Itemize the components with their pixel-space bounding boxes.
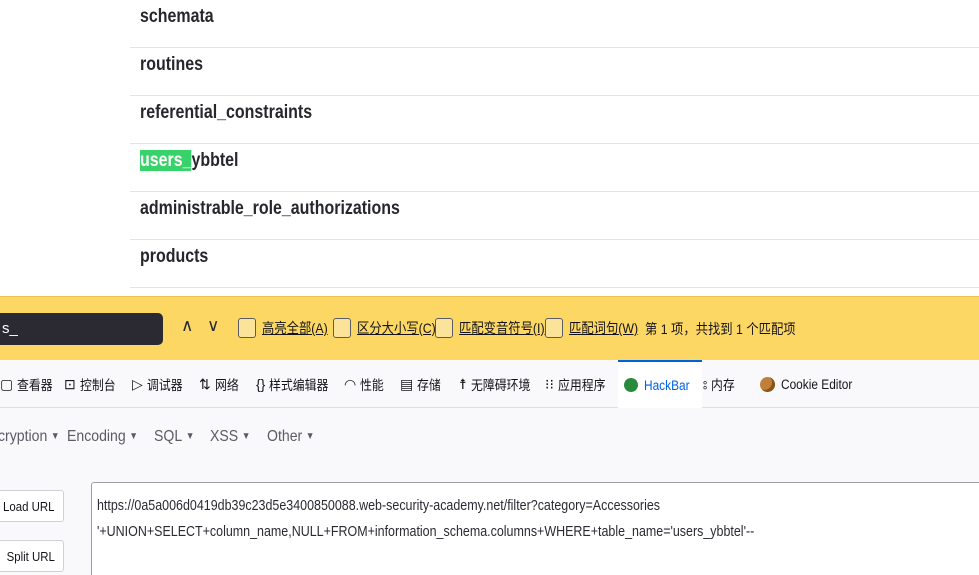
caret-down-icon: ▼	[129, 431, 138, 443]
caret-down-icon: ▼	[305, 431, 315, 443]
tab-storage[interactable]: ▤ 存储	[400, 360, 444, 408]
caret-down-icon: ▼	[185, 431, 195, 443]
devtools-tab-bar: ▢ 查看器 ⊡ 控制台 ▷ 调试器 ⇅ 网络 {} 样式编辑器 ◠ 性能 ▤ 存…	[0, 360, 979, 408]
hackbar-icon	[624, 378, 638, 392]
application-icon: ⁝⁝	[545, 375, 554, 392]
highlight-all-checkbox[interactable]: 高亮全部(A)	[238, 314, 337, 342]
table-row: schemata	[130, 0, 979, 48]
results-table: schemata routines referential_constraint…	[0, 0, 979, 296]
xss-menu[interactable]: XSS ▼	[210, 428, 250, 446]
find-input[interactable]: s_	[0, 313, 163, 345]
tab-inspector[interactable]: ▢ 查看器	[0, 360, 58, 408]
table-cell: referential_constraints	[140, 102, 313, 123]
tab-debugger[interactable]: ▷ 调试器	[132, 360, 187, 408]
split-url-button[interactable]: Split URL	[0, 540, 64, 572]
table-row: users_ybbtel	[130, 144, 979, 192]
table-cell: routines	[140, 54, 203, 75]
find-match-highlight: users_	[140, 150, 192, 171]
hackbar-toolbar: cryption ▼ Encoding ▼ SQL ▼ XSS ▼ Other ▼	[0, 408, 979, 468]
tab-cookie-editor[interactable]: Cookie Editor	[760, 360, 862, 408]
memory-icon: ⦂	[703, 375, 708, 392]
checkbox-icon[interactable]	[333, 318, 351, 338]
inspector-icon: ▢	[0, 375, 14, 392]
find-bar: s_ ∧ ∨ 高亮全部(A) 区分大小写(C) 匹配变音符号(I) 匹配词句(W…	[0, 296, 979, 360]
sql-menu[interactable]: SQL ▼	[154, 428, 194, 446]
accessibility-icon: ☨	[459, 375, 467, 392]
storage-icon: ▤	[400, 375, 414, 392]
tab-memory[interactable]: ⦂ 内存	[703, 360, 738, 408]
console-icon: ⊡	[64, 375, 76, 392]
hackbar-panel: Load URL Split URL https://0a5a006d0419d…	[0, 468, 979, 575]
tab-accessibility[interactable]: ☨ 无障碍环境	[459, 360, 538, 408]
caret-down-icon: ▼	[50, 431, 60, 443]
table-cell-rest: ybbtel	[191, 150, 239, 171]
cookie-icon	[760, 376, 775, 392]
match-diacritics-checkbox[interactable]: 匹配变音符号(I)	[435, 314, 556, 342]
url-line: '+UNION+SELECT+column_name,NULL+FROM+inf…	[97, 524, 755, 540]
table-cell: users_ybbtel	[140, 150, 238, 172]
tab-application[interactable]: ⁝⁝ 应用程序	[545, 360, 612, 408]
table-row: administrable_role_authorizations	[130, 192, 979, 240]
chevron-down-icon[interactable]: ∨	[207, 316, 219, 336]
chevron-up-icon[interactable]: ∧	[181, 316, 193, 336]
whole-words-checkbox[interactable]: 匹配词句(W)	[545, 314, 648, 342]
url-textarea[interactable]: https://0a5a006d0419db39c23d5e3400850088…	[91, 482, 979, 575]
table-row: products	[130, 240, 979, 288]
other-menu[interactable]: Other ▼	[267, 428, 314, 446]
find-status: 第 1 项，共找到 1 个匹配项	[645, 321, 796, 337]
load-url-button[interactable]: Load URL	[0, 490, 64, 522]
checkbox-icon[interactable]	[435, 318, 453, 338]
tab-network[interactable]: ⇅ 网络	[199, 360, 242, 408]
performance-icon: ◠	[344, 375, 357, 392]
encryption-menu[interactable]: cryption ▼	[0, 428, 60, 446]
url-line: https://0a5a006d0419db39c23d5e3400850088…	[97, 498, 661, 514]
tab-performance[interactable]: ◠ 性能	[344, 360, 387, 408]
tab-style-editor[interactable]: {} 样式编辑器	[256, 360, 337, 408]
caret-down-icon: ▼	[241, 431, 251, 443]
tab-console[interactable]: ⊡ 控制台	[64, 360, 120, 408]
network-icon: ⇅	[199, 375, 211, 392]
table-cell: schemata	[140, 6, 214, 27]
debugger-icon: ▷	[132, 375, 143, 392]
table-cell: administrable_role_authorizations	[140, 198, 400, 219]
checkbox-icon[interactable]	[238, 318, 256, 338]
table-cell: products	[140, 246, 209, 267]
table-row: referential_constraints	[130, 96, 979, 144]
match-case-checkbox[interactable]: 区分大小写(C)	[333, 314, 446, 342]
tab-hackbar[interactable]: HackBar	[618, 360, 702, 408]
style-editor-icon: {}	[256, 376, 266, 392]
table-row: routines	[130, 48, 979, 96]
encoding-menu[interactable]: Encoding ▼	[67, 428, 138, 446]
checkbox-icon[interactable]	[545, 318, 563, 338]
